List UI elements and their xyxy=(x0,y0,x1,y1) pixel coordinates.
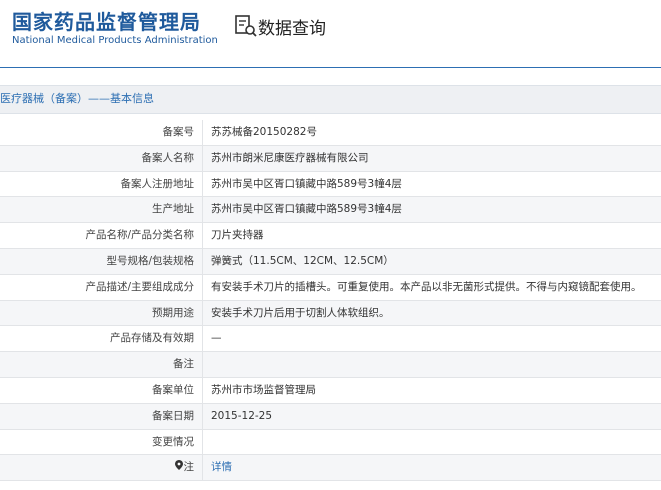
field-value: 刀片夹持器 xyxy=(211,229,264,242)
table-row: 注 详情 xyxy=(0,455,661,482)
note-label-text: 注 xyxy=(183,461,195,474)
table-row: 生产地址 苏州市吴中区胥口镇藏中路589号3幢4层 xyxy=(0,197,661,224)
field-value: 苏州市吴中区胥口镇藏中路589号3幢4层 xyxy=(211,177,402,190)
field-label: 预期用途 xyxy=(0,300,203,326)
field-label: 产品名称/产品分类名称 xyxy=(0,223,203,248)
field-label: 备案日期 xyxy=(0,403,203,429)
field-value: 苏州市朗米尼康医疗器械有限公司 xyxy=(211,151,369,164)
field-value: 苏苏械备20150282号 xyxy=(211,126,317,138)
site-header: 国家药品监督管理局 National Medical Products Admi… xyxy=(0,0,661,68)
breadcrumb: 医疗器械（备案）——基本信息 xyxy=(0,85,661,114)
pin-icon xyxy=(174,455,183,480)
details-link[interactable]: 详情 xyxy=(211,461,232,473)
field-value: — xyxy=(211,332,222,345)
table-row: 产品存储及有效期 — xyxy=(0,326,661,353)
table-row: 产品名称/产品分类名称 刀片夹持器 xyxy=(0,223,661,249)
field-value: 有安装手术刀片的插槽头。可重复使用。本产品以非无菌形式提供。不得与内窥镜配套使用… xyxy=(211,280,642,293)
table-row: 备案日期 2015-12-25 xyxy=(0,403,661,430)
field-label: 产品描述/主要组成成分 xyxy=(0,274,203,300)
field-label: 备案人名称 xyxy=(0,145,203,171)
table-row: 备注 xyxy=(0,352,661,378)
field-value: 苏州市市场监督管理局 xyxy=(211,383,316,396)
page-title: 数据查询 xyxy=(258,19,326,39)
field-label: 生产地址 xyxy=(0,197,203,223)
site-logo-en[interactable]: National Medical Products Administration xyxy=(12,35,218,46)
table-row: 变更情况 xyxy=(0,429,661,456)
field-label: 备案号 xyxy=(0,120,203,145)
field-value: 详情 xyxy=(203,455,661,480)
table-row: 预期用途 安装手术刀片后用于切割人体软组织。 xyxy=(0,300,661,327)
table-row: 备案号 苏苏械备20150282号 xyxy=(0,120,661,146)
table-row: 备案人名称 苏州市朗米尼康医疗器械有限公司 xyxy=(0,145,661,172)
field-value: 弹簧式（11.5CM、12CM、12.5CM） xyxy=(211,254,394,267)
table-row: 备案人注册地址 苏州市吴中区胥口镇藏中路589号3幢4层 xyxy=(0,171,661,198)
field-value xyxy=(203,430,661,455)
field-label: 产品存储及有效期 xyxy=(0,326,203,352)
field-label: 备案人注册地址 xyxy=(0,171,203,197)
table-row: 产品描述/主要组成成分 有安装手术刀片的插槽头。可重复使用。本产品以非无菌形式提… xyxy=(0,274,661,301)
table-row: 备案单位 苏州市市场监督管理局 xyxy=(0,377,661,404)
table-row: 型号规格/包装规格 弹簧式（11.5CM、12CM、12.5CM） xyxy=(0,248,661,275)
field-value: 苏州市吴中区胥口镇藏中路589号3幢4层 xyxy=(211,203,402,216)
field-value: 2015-12-25 xyxy=(211,409,273,422)
field-value: 安装手术刀片后用于切割人体软组织。 xyxy=(211,306,390,319)
field-label-note: 注 xyxy=(0,455,203,481)
field-label: 备案单位 xyxy=(0,377,203,403)
header-divider xyxy=(0,67,661,68)
site-logo-cn[interactable]: 国家药品监督管理局 xyxy=(12,6,201,35)
field-label: 变更情况 xyxy=(0,429,203,455)
field-label: 备注 xyxy=(0,352,203,377)
detail-table: 备案号 苏苏械备20150282号 备案人名称 苏州市朗米尼康医疗器械有限公司 … xyxy=(0,120,661,482)
field-label: 型号规格/包装规格 xyxy=(0,248,203,274)
field-value xyxy=(203,352,661,377)
data-search-icon xyxy=(235,15,257,37)
